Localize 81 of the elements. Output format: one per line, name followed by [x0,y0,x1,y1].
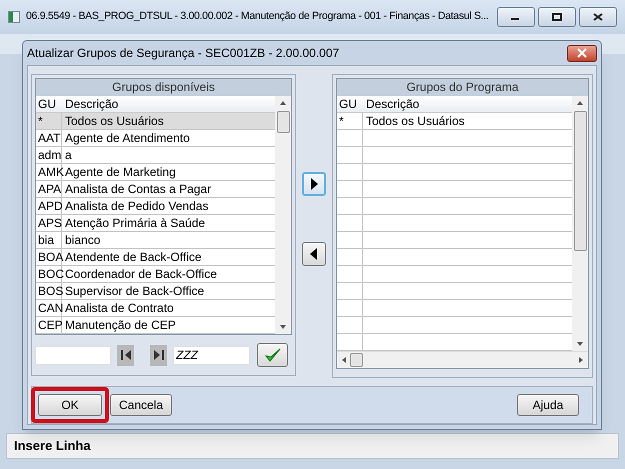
table-row[interactable]: adm a [36,147,276,164]
table-cell: Todos os Usuários [366,114,465,128]
table-cell: Agente de Atendimento [65,131,190,145]
close-icon [593,13,603,21]
table-row[interactable]: CAN Analista de Contrato [36,300,276,317]
table-cell: a [65,148,72,162]
last-record-button[interactable] [150,344,167,366]
table-cell: * [338,114,344,128]
skip-start-icon [120,348,132,362]
table-cell: adm [38,148,62,162]
app-icon [8,11,20,23]
dialog-button[interactable]: Ajuda [517,394,579,416]
table-row[interactable]: AMKAgente de Marketing [36,164,276,181]
table-cell: Analista de Contrato [65,301,174,315]
right-arrow-icon [309,177,319,191]
table-cell: BOA [38,250,64,264]
window-title: 06.9.5549 - BAS_PROG_DTSUL - 3.00.00.002 - Manutenção de Programa - 001 - Finanças - Datasul S... [26,9,489,24]
table-cell: Manutenção de CEP [65,318,176,332]
skip-end-icon [152,348,164,362]
column-header[interactable]: GU [336,96,363,112]
confirm-button[interactable] [257,343,288,367]
scroll-right-icon [577,355,586,365]
table-row[interactable]: * Todos os Usuários [36,113,276,130]
add-button[interactable] [302,172,326,196]
column-header[interactable]: GU [36,96,62,112]
list-title: Grupos disponíveis [36,79,292,96]
table-cell: AMK [38,165,64,179]
table-cell: bia [38,233,54,247]
close-button[interactable] [579,7,617,27]
maximize-button[interactable] [538,7,576,27]
table-cell: Analista de Contas a Pagar [65,182,212,196]
table-cell: Todos os Usuários [65,114,164,128]
table-cell: Agente de Marketing [65,165,176,179]
table-cell: CEP [38,318,63,332]
table-cell: APA [38,182,62,196]
table-cell: APS [38,216,62,230]
table-cell: CAN [38,301,64,315]
close-icon [576,48,588,58]
column-header[interactable]: Descrição [62,96,276,112]
minimize-button[interactable] [497,7,535,27]
first-record-button[interactable] [117,344,134,366]
scrollbar-thumb[interactable] [276,111,290,133]
check-icon [264,347,282,363]
dialog-button[interactable]: Cancela [110,394,172,416]
status-text: Insere Linha [14,437,91,456]
table-cell: * [38,114,43,128]
table-cell: APD [38,199,63,213]
horizontal-scrollbar[interactable] [336,351,588,368]
scrollbar-thumb[interactable] [574,111,587,251]
table-row[interactable]: BOS Supervisor de Back-Office [36,283,276,300]
table-cell: Coordenador de Back-Office [65,267,217,281]
table-row[interactable]: APD Analista de Pedido Vendas [36,198,276,215]
table-cell: BOS [38,284,64,298]
input-field[interactable]: ZZZ [173,346,250,364]
list-title: Grupos do Programa [336,79,588,96]
maximize-icon [552,13,562,21]
table-row[interactable]: BOAAtendente de Back-Office [36,249,276,266]
table-row[interactable]: CEP Manutenção de CEP [36,317,276,334]
table-row[interactable]: APS Atenção Primária à Saúde [36,215,276,232]
table-cell: AAT [38,131,60,145]
table-row[interactable]: * Todos os Usuários [336,113,572,130]
vertical-scrollbar[interactable] [275,96,292,334]
table-cell: Supervisor de Back-Office [65,284,204,298]
table-cell: Analista de Pedido Vendas [65,199,208,213]
close-button[interactable] [567,44,597,62]
table-row[interactable]: AAT Agente de Atendimento [36,130,276,147]
table-row[interactable]: BOCCoordenador de Back-Office [36,266,276,283]
column-header[interactable]: Descrição [362,96,572,112]
table-cell: Atendente de Back-Office [65,250,202,264]
table-cell: bianco [65,233,100,247]
scrollbar-thumb[interactable] [350,353,363,367]
table-row[interactable]: APA Analista de Contas a Pagar [36,181,276,198]
table-row[interactable]: bia bianco [36,232,276,249]
vertical-scrollbar[interactable] [572,96,588,351]
table-cell: Atenção Primária à Saúde [65,216,206,230]
left-arrow-icon [309,247,319,261]
input-field[interactable] [35,346,111,364]
remove-button[interactable] [302,242,326,266]
dialog-button[interactable]: OK [38,394,102,416]
dialog-title: Atualizar Grupos de Segurança - SEC001ZB - 2.00.00.007 [27,45,340,62]
table-cell: BOC [38,267,64,281]
